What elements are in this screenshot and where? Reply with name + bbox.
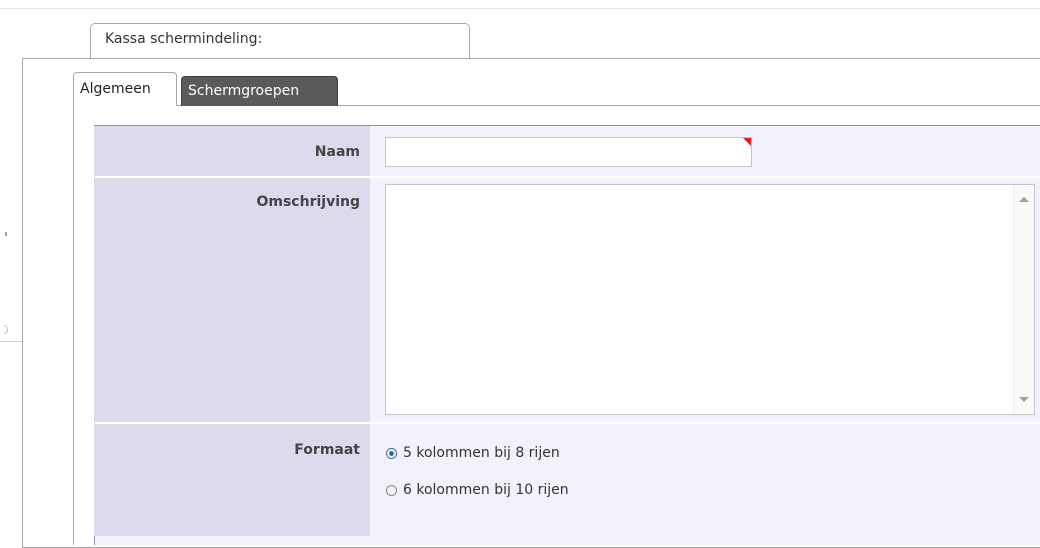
formaat-option-6x10[interactable]: 6 kolommen bij 10 rijen: [386, 482, 569, 498]
naam-label: Naam: [314, 144, 360, 160]
left-panel-edge-mark: [4, 325, 8, 334]
left-panel-divider: [0, 341, 22, 342]
tab-schermgroepen[interactable]: Schermgroepen: [181, 76, 338, 106]
scroll-up-arrow-icon[interactable]: [1019, 197, 1029, 202]
radio-label: 5 kolommen bij 8 rijen: [403, 445, 560, 461]
formaat-label: Formaat: [294, 442, 360, 458]
row-divider: [95, 176, 1040, 178]
left-panel-edge-mark: [5, 232, 7, 236]
tab-label: Algemeen: [80, 81, 151, 97]
radio-checked-icon[interactable]: [386, 447, 397, 459]
top-divider: [0, 8, 1040, 9]
omschrijving-label: Omschrijving: [256, 194, 360, 210]
window-title: Kassa schermindeling:: [105, 31, 263, 47]
omschrijving-textarea[interactable]: [385, 184, 1035, 415]
required-indicator: [743, 138, 751, 146]
textarea-scrollbar[interactable]: [1013, 185, 1034, 414]
label-column: [94, 126, 370, 536]
naam-input[interactable]: [385, 137, 752, 167]
tab-algemeen[interactable]: Algemeen: [73, 72, 177, 106]
formaat-option-5x8[interactable]: 5 kolommen bij 8 rijen: [386, 445, 560, 461]
row-divider: [95, 422, 1040, 424]
tab-label: Schermgroepen: [188, 83, 300, 99]
window-title-tab: Kassa schermindeling:: [90, 23, 470, 59]
radio-unchecked-icon[interactable]: [386, 484, 397, 496]
radio-label: 6 kolommen bij 10 rijen: [403, 482, 569, 498]
scroll-down-arrow-icon[interactable]: [1019, 397, 1029, 402]
